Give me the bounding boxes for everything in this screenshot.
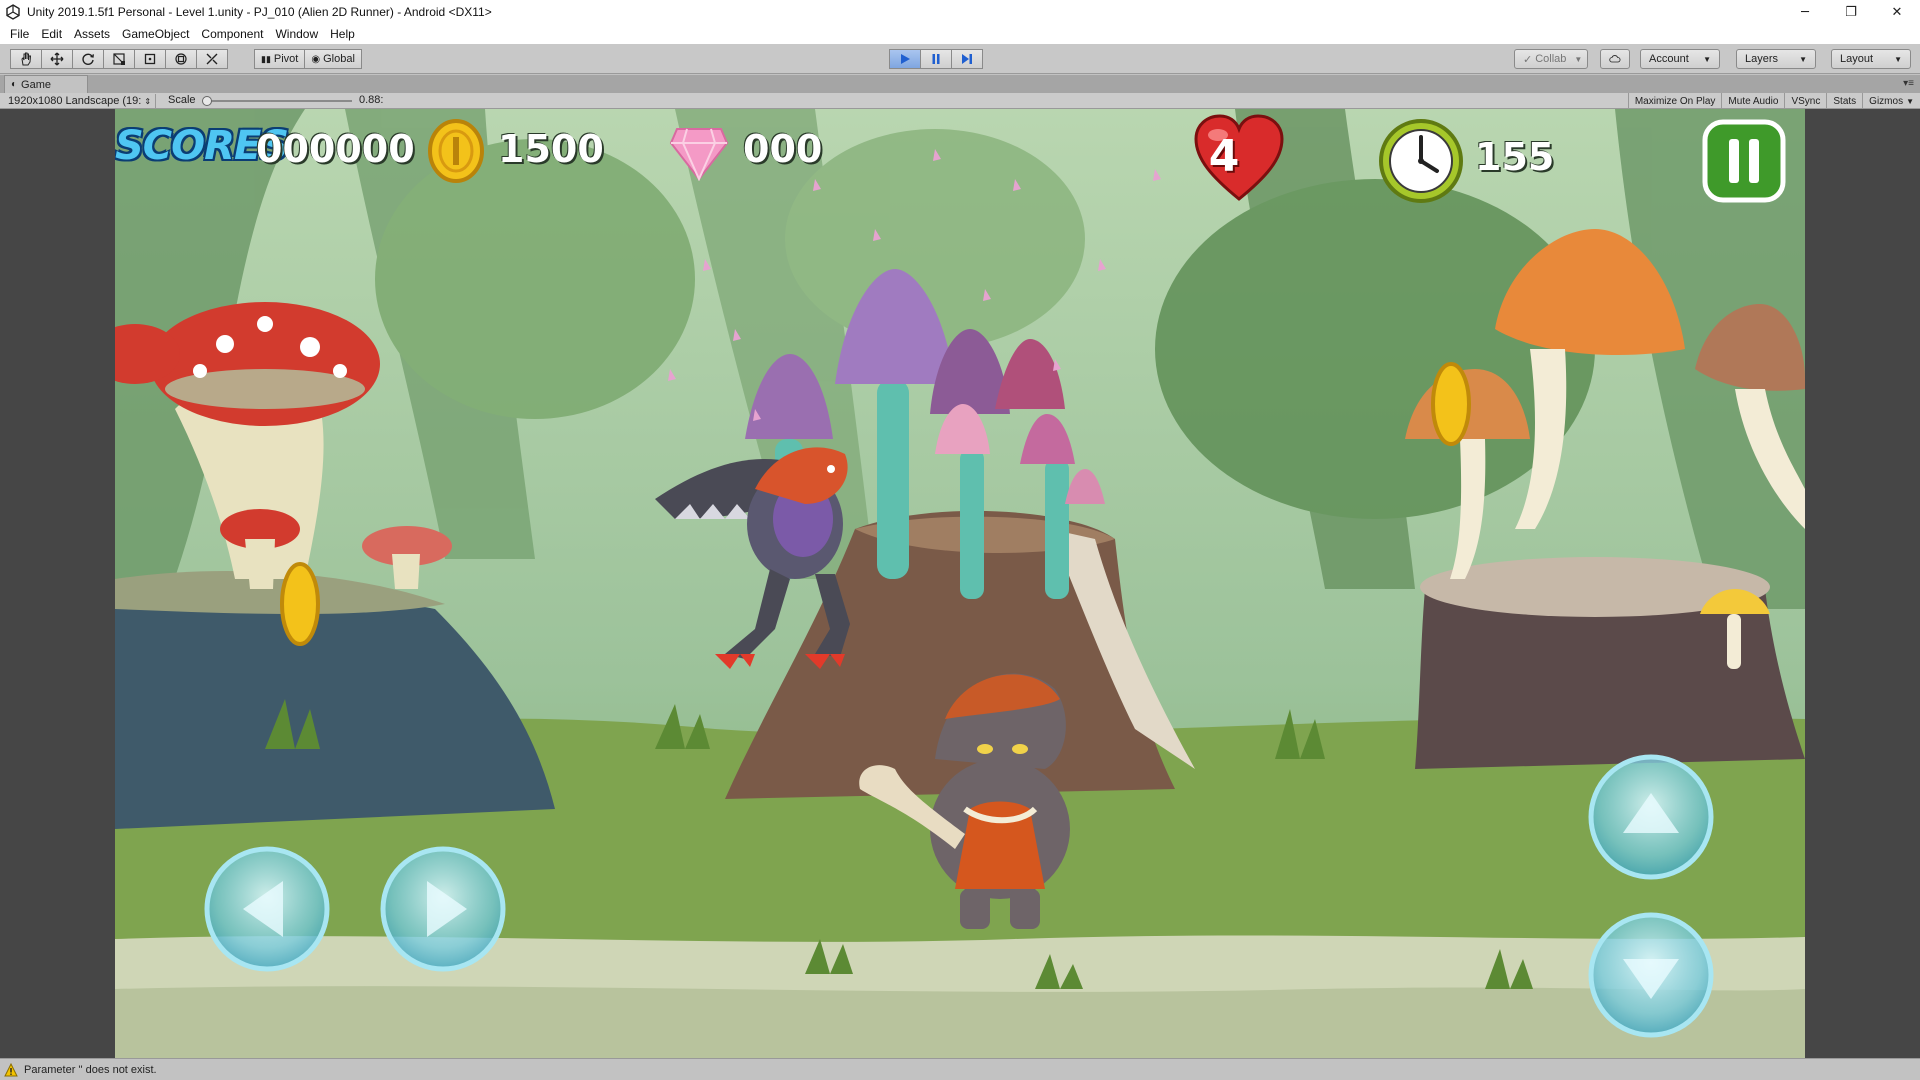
lives-value: 4 bbox=[1208, 131, 1240, 182]
chevron-updown-icon: ⇕ bbox=[144, 96, 152, 106]
account-label: Account bbox=[1649, 53, 1689, 65]
play-button[interactable] bbox=[889, 49, 921, 69]
global-label: Global bbox=[323, 53, 355, 65]
resolution-dropdown[interactable]: 1920x1080 Landscape (19: ⇕ bbox=[4, 94, 157, 108]
move-tool-button[interactable] bbox=[41, 49, 73, 69]
status-bar[interactable]: Parameter '' does not exist. bbox=[0, 1058, 1920, 1080]
game-view-toggles: Maximize On Play Mute Audio VSync Stats … bbox=[1627, 93, 1920, 109]
warning-icon bbox=[4, 1062, 18, 1076]
check-icon: ✓ bbox=[1523, 53, 1533, 66]
account-dropdown[interactable]: Account ▼ bbox=[1640, 49, 1720, 69]
pivot-toggle[interactable]: ▮▮ Pivot bbox=[254, 49, 306, 69]
up-arrow-button[interactable] bbox=[1587, 753, 1715, 881]
tab-menu-icon[interactable]: ▾≡ bbox=[1903, 78, 1914, 89]
hand-tool-button[interactable] bbox=[10, 49, 42, 69]
pivot-toggles: ▮▮ Pivot ◉ Global bbox=[254, 49, 362, 69]
transform-tool-button[interactable] bbox=[165, 49, 197, 69]
scale-value: 0.88: bbox=[359, 94, 384, 106]
hand-icon bbox=[21, 52, 32, 66]
cloud-button[interactable] bbox=[1600, 49, 1630, 69]
right-arrow-button[interactable] bbox=[379, 845, 507, 973]
tab-game[interactable]: ◐ Game bbox=[4, 75, 88, 93]
layers-label: Layers bbox=[1745, 53, 1779, 65]
layout-dropdown[interactable]: Layout ▼ bbox=[1831, 49, 1911, 69]
scale-icon bbox=[113, 53, 125, 65]
scale-label: Scale bbox=[168, 94, 196, 106]
stats-toggle[interactable]: Stats bbox=[1826, 93, 1862, 109]
globe-icon: ◉ bbox=[311, 53, 321, 65]
coins-value: 1500 bbox=[498, 127, 604, 171]
layers-dropdown[interactable]: Layers ▼ bbox=[1736, 49, 1816, 69]
step-button[interactable] bbox=[951, 49, 983, 69]
resolution-label: 1920x1080 Landscape (19: bbox=[8, 95, 142, 107]
close-button[interactable]: ✕ bbox=[1874, 0, 1920, 24]
minimize-button[interactable]: ─ bbox=[1782, 0, 1828, 24]
rect-transform-icon bbox=[144, 53, 156, 65]
scale-slider-thumb[interactable] bbox=[201, 96, 212, 106]
coin-icon bbox=[428, 119, 484, 183]
menu-gameobject[interactable]: GameObject bbox=[116, 27, 195, 41]
tools-icon bbox=[206, 53, 218, 65]
pivot-label: Pivot bbox=[273, 53, 299, 65]
mute-audio-toggle[interactable]: Mute Audio bbox=[1721, 93, 1784, 109]
menu-assets[interactable]: Assets bbox=[68, 27, 116, 41]
unity-logo-icon bbox=[6, 4, 20, 20]
menu-bar: File Edit Assets GameObject Component Wi… bbox=[0, 24, 1920, 44]
window-title-bar: Unity 2019.1.5f1 Personal - Level 1.unit… bbox=[0, 0, 1920, 24]
playback-controls bbox=[889, 49, 983, 69]
pause-editor-button[interactable] bbox=[920, 49, 952, 69]
scale-tool-button[interactable] bbox=[103, 49, 135, 69]
window-controls: ─ ❐ ✕ bbox=[1782, 0, 1920, 24]
menu-component[interactable]: Component bbox=[195, 27, 269, 41]
step-icon bbox=[962, 54, 972, 64]
gamepad-icon: ◐ bbox=[11, 79, 18, 90]
transform-tools bbox=[10, 49, 228, 69]
gizmos-dropdown[interactable]: Gizmos ▼ bbox=[1862, 93, 1920, 109]
gems-value: 000 bbox=[743, 127, 823, 171]
rect-tool-button[interactable] bbox=[134, 49, 166, 69]
global-toggle[interactable]: ◉ Global bbox=[304, 49, 362, 69]
game-view-toolbar: 1920x1080 Landscape (19: ⇕ Scale 0.88: Ma… bbox=[0, 93, 1920, 109]
rotate-icon bbox=[82, 53, 94, 65]
chevron-down-icon: ▼ bbox=[1799, 54, 1807, 64]
status-message: Parameter '' does not exist. bbox=[24, 1063, 157, 1076]
collab-label: Collab bbox=[1535, 53, 1567, 65]
main-toolbar: ▮▮ Pivot ◉ Global ✓ Collab ▼ Account ▼ Layers… bbox=[0, 44, 1920, 74]
menu-file[interactable]: File bbox=[4, 27, 35, 41]
rotate-tool-button[interactable] bbox=[72, 49, 104, 69]
tab-bar: ◐ Game ▾≡ bbox=[0, 75, 1920, 93]
left-arrow-button[interactable] bbox=[203, 845, 331, 973]
tab-game-label: Game bbox=[21, 78, 52, 91]
chevron-down-icon: ▼ bbox=[1574, 54, 1583, 64]
menu-edit[interactable]: Edit bbox=[35, 27, 68, 41]
pause-button[interactable] bbox=[1702, 119, 1786, 203]
down-arrow-button[interactable] bbox=[1587, 911, 1715, 1039]
forest-scene bbox=[115, 109, 1805, 1058]
chevron-down-icon: ▼ bbox=[1703, 54, 1711, 64]
gizmos-label: Gizmos bbox=[1869, 95, 1904, 107]
game-view[interactable]: SCORES 000000 1500 000 4 155 bbox=[115, 109, 1805, 1058]
transform-icon bbox=[175, 53, 187, 65]
timer-value: 155 bbox=[1475, 135, 1555, 179]
scale-slider-track[interactable] bbox=[204, 100, 352, 102]
pause-icon bbox=[932, 54, 940, 64]
menu-window[interactable]: Window bbox=[269, 27, 324, 41]
gem-icon bbox=[669, 128, 729, 181]
pivot-icon: ▮▮ bbox=[261, 53, 271, 64]
window-title: Unity 2019.1.5f1 Personal - Level 1.unit… bbox=[27, 5, 492, 19]
cloud-icon bbox=[1609, 55, 1621, 63]
move-arrows-icon bbox=[50, 52, 64, 66]
chevron-down-icon: ▼ bbox=[1894, 54, 1902, 64]
scores-value: 000000 bbox=[256, 127, 415, 171]
vsync-toggle[interactable]: VSync bbox=[1784, 93, 1826, 109]
custom-tool-button[interactable] bbox=[196, 49, 228, 69]
chevron-down-icon: ▼ bbox=[1906, 96, 1914, 106]
play-icon bbox=[901, 54, 910, 64]
maximize-on-play-toggle[interactable]: Maximize On Play bbox=[1627, 93, 1722, 109]
menu-help[interactable]: Help bbox=[324, 27, 361, 41]
clock-icon bbox=[1379, 119, 1463, 203]
maximize-button[interactable]: ❐ bbox=[1828, 0, 1874, 24]
layout-label: Layout bbox=[1840, 53, 1874, 65]
collab-dropdown[interactable]: ✓ Collab ▼ bbox=[1514, 49, 1588, 69]
